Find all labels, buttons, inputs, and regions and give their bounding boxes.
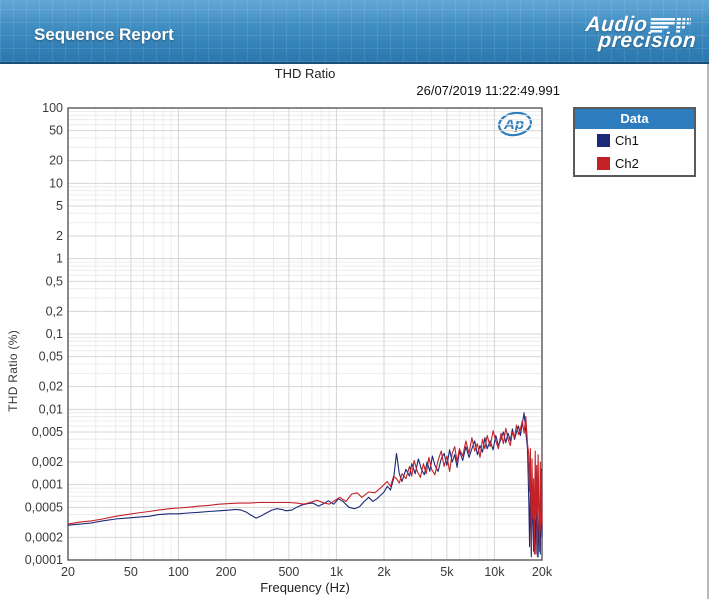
x-tick-label: 2k [377, 565, 391, 579]
y-tick-label: 0,1 [46, 327, 63, 341]
x-tick-label: 10k [484, 565, 505, 579]
x-tick-label: 20k [532, 565, 553, 579]
x-tick-label: 20 [61, 565, 75, 579]
x-tick-label: 100 [168, 565, 189, 579]
y-tick-label: 2 [56, 229, 63, 243]
y-tick-label: 0,0001 [25, 553, 63, 567]
y-tick-label: 10 [49, 176, 63, 190]
y-tick-label: 0,0002 [25, 530, 63, 544]
y-tick-label: 0,01 [39, 402, 63, 416]
y-tick-label: 0,2 [46, 304, 63, 318]
y-tick-label: 20 [49, 154, 63, 168]
y-tick-label: 0,05 [39, 350, 63, 364]
x-tick-label: 50 [124, 565, 138, 579]
y-tick-label: 0,0005 [25, 500, 63, 514]
y-tick-label: 5 [56, 199, 63, 213]
series-ch2-line [67, 416, 543, 558]
y-tick-label: 0,5 [46, 274, 63, 288]
x-tick-label: 200 [216, 565, 237, 579]
y-tick-label: 50 [49, 124, 63, 138]
x-tick-label: 1k [330, 565, 344, 579]
x-tick-label: 5k [440, 565, 454, 579]
y-tick-label: 0,005 [32, 425, 63, 439]
y-tick-label: 0,02 [39, 380, 63, 394]
y-tick-label: 0,001 [32, 478, 63, 492]
x-tick-label: 500 [278, 565, 299, 579]
thd-ratio-chart: 100 50 20 10 5 2 1 0,5 0,2 0,1 0,05 0,02 0,01 0,005 0,… [25, 101, 553, 579]
y-tick-label: 0,002 [32, 455, 63, 469]
sequence-report-page: Sequence Report Audio precision THD Rati… [0, 0, 709, 599]
y-tick-label: 100 [42, 101, 63, 115]
y-tick-label: 1 [56, 252, 63, 266]
